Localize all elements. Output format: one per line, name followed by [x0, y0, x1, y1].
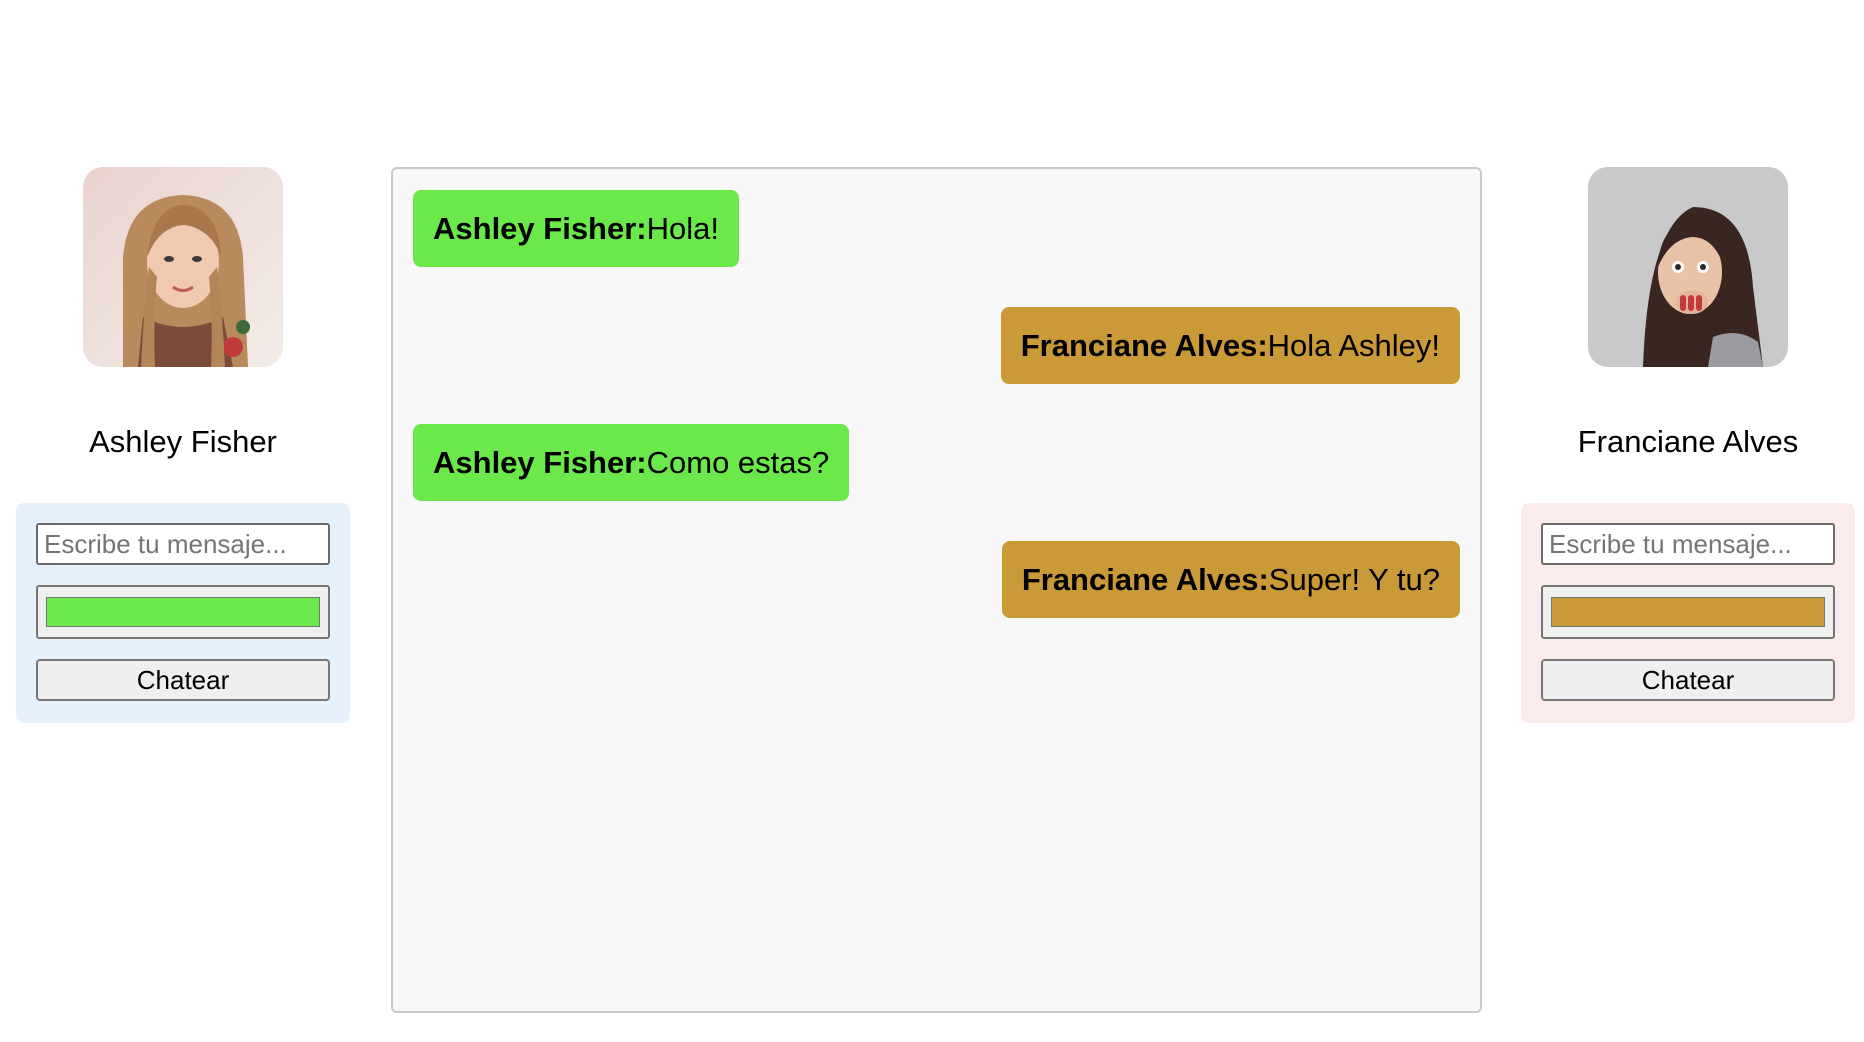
color-picker-fill-franciane — [1551, 597, 1825, 627]
message-bubble: Franciane Alves:Hola Ashley! — [1000, 307, 1460, 384]
message-bubble: Franciane Alves:Super! Y tu? — [1001, 541, 1460, 618]
chat-window: Ashley Fisher:Hola! Franciane Alves:Hola… — [391, 167, 1482, 1013]
user-name-franciane: Franciane Alves — [1577, 424, 1799, 459]
user-name-ashley: Ashley Fisher — [89, 424, 277, 459]
chat-controls-franciane: Chatear — [1521, 503, 1855, 723]
message-sender: Ashley Fisher: — [433, 211, 647, 246]
avatar-photo-icon — [1588, 167, 1788, 367]
message-sender: Franciane Alves: — [1021, 562, 1269, 597]
avatar-photo-icon — [83, 167, 283, 367]
chat-app: Ashley Fisher Chatear Ashley Fisher:Hola… — [0, 0, 1864, 1042]
color-picker-franciane[interactable] — [1541, 585, 1835, 639]
message-text: Hola Ashley! — [1267, 328, 1440, 363]
color-picker-ashley[interactable] — [36, 585, 330, 639]
message-bubble: Ashley Fisher:Como estas? — [413, 424, 850, 501]
chat-button-franciane[interactable]: Chatear — [1541, 659, 1835, 701]
message-bubble: Ashley Fisher:Hola! — [413, 190, 739, 267]
message-text: Super! Y tu? — [1268, 562, 1440, 597]
message-sender: Franciane Alves: — [1020, 328, 1268, 363]
message-sender: Ashley Fisher: — [433, 445, 647, 480]
message-text: Hola! — [646, 211, 719, 246]
message-input-franciane[interactable] — [1541, 523, 1835, 565]
avatar-ashley — [83, 167, 283, 367]
color-picker-fill-ashley — [46, 597, 320, 627]
message-input-ashley[interactable] — [36, 523, 330, 565]
user-column-franciane: Franciane Alves Chatear — [1521, 167, 1855, 723]
avatar-franciane — [1588, 167, 1788, 367]
user-column-ashley: Ashley Fisher Chatear — [16, 167, 350, 723]
message-text: Como estas? — [646, 445, 830, 480]
chat-button-ashley[interactable]: Chatear — [36, 659, 330, 701]
chat-controls-ashley: Chatear — [16, 503, 350, 723]
